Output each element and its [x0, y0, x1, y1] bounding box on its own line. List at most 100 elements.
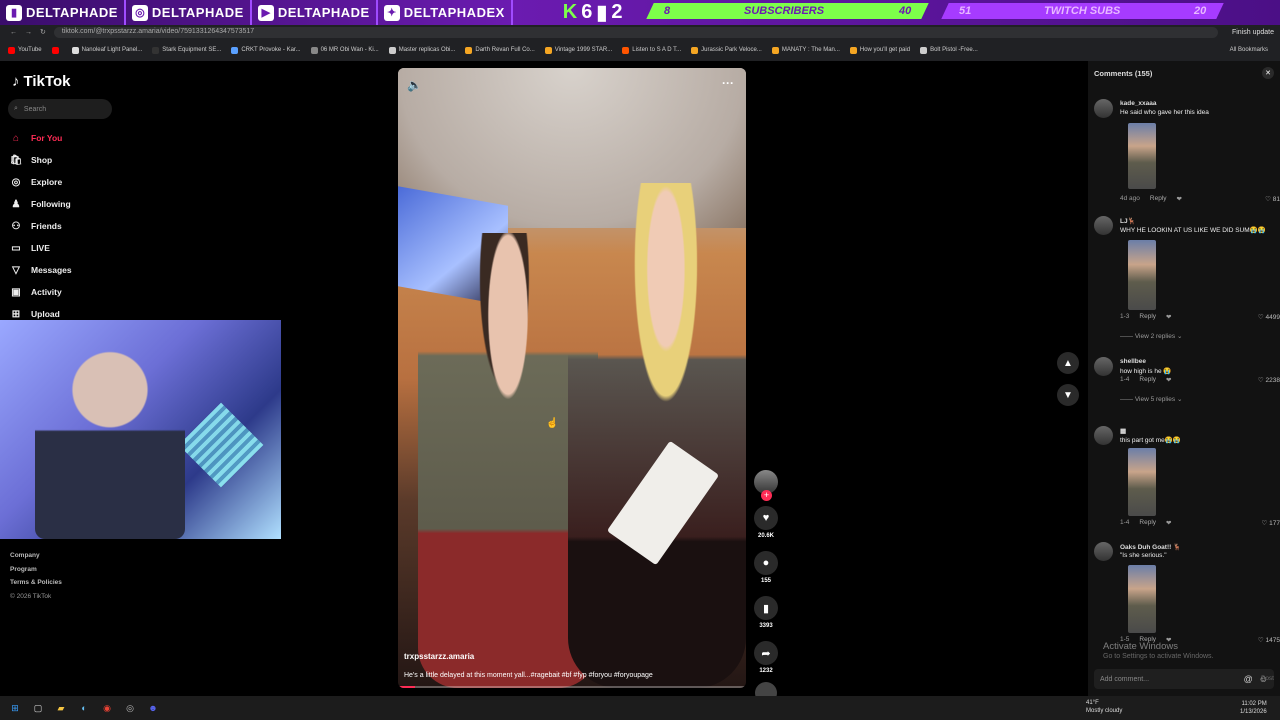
reply-button[interactable]: Reply: [1139, 376, 1156, 384]
forward-icon[interactable]: →: [25, 29, 32, 36]
kick-k-label: K: [562, 1, 578, 23]
bookmark-item[interactable]: YouTube: [8, 46, 42, 54]
video-player[interactable]: 🔈 ··· trxpsstarzz.amaria He's a little d…: [398, 68, 746, 688]
commenter-avatar[interactable]: [1094, 542, 1113, 561]
commenter-avatar[interactable]: [1094, 216, 1113, 235]
bookmark-item[interactable]: Jurassic Park Veloce...: [691, 46, 762, 54]
commenter-avatar[interactable]: [1094, 99, 1113, 118]
task-view-icon[interactable]: ▢: [31, 701, 45, 715]
footer-company[interactable]: Company: [10, 552, 40, 559]
close-icon[interactable]: ✕: [1262, 67, 1274, 79]
comment-like-button[interactable]: ♡ 81: [1265, 195, 1280, 203]
comment-like-button[interactable]: ♡ 4499: [1258, 313, 1280, 321]
bookmark-favicon-icon: [622, 46, 630, 54]
all-bookmarks-button[interactable]: All Bookmarks: [1230, 47, 1280, 53]
bookmark-label: How you'll get paid: [859, 47, 911, 53]
view-replies-button[interactable]: —— View 2 replies ⌄: [1120, 332, 1182, 340]
comment-username[interactable]: shellbee: [1120, 358, 1146, 365]
finish-update-button[interactable]: Finish update: [1226, 29, 1280, 36]
commenter-avatar[interactable]: [1094, 426, 1113, 445]
video-progress[interactable]: [398, 686, 746, 688]
video-author[interactable]: trxpsstarzz.amaria: [404, 652, 474, 661]
sidebar-item-messages[interactable]: ▽ Messages: [10, 259, 72, 281]
sidebar-item-following[interactable]: ♟ Following: [10, 193, 72, 215]
compass-icon: ◎: [11, 176, 21, 188]
twitch-icon: ▮: [6, 4, 22, 21]
creator-avatar[interactable]: +: [754, 470, 778, 501]
bookmark-item[interactable]: Bolt Pistol -Free...: [920, 46, 978, 54]
next-video-icon[interactable]: ▼: [1057, 384, 1079, 406]
bookmark-item[interactable]: Listen to S A D T...: [622, 46, 681, 54]
comment-image[interactable]: [1128, 123, 1156, 189]
reply-button[interactable]: Reply: [1139, 519, 1156, 527]
footer-program[interactable]: Program: [10, 566, 37, 573]
comment-icon[interactable]: ●: [754, 551, 778, 575]
search-input[interactable]: ⌕ Search: [8, 99, 112, 119]
sidebar-item-shop[interactable]: 🛍 Shop: [10, 149, 72, 171]
bookmark-label: Master replicas Obi...: [398, 47, 456, 53]
bookmark-item[interactable]: 06 MR Obi Wan - Ki...: [310, 46, 379, 54]
obs-icon[interactable]: ◎: [123, 701, 137, 715]
comment-like-button[interactable]: ♡ 1475: [1258, 636, 1280, 644]
footer-terms[interactable]: Terms & Policies: [10, 579, 62, 586]
comment-username[interactable]: kade_xxaaa: [1120, 100, 1157, 107]
comment-image[interactable]: [1128, 448, 1156, 516]
commenter-avatar[interactable]: [1094, 357, 1113, 376]
mouse-cursor-icon: ☝: [546, 418, 559, 429]
like-icon[interactable]: ♥: [754, 506, 778, 530]
sidebar-item-label: Messages: [31, 265, 72, 275]
reply-button[interactable]: Reply: [1139, 313, 1156, 321]
bookmark-label: Stark Equipment SE...: [162, 47, 222, 53]
follow-plus-icon[interactable]: +: [761, 490, 772, 501]
comment-username[interactable]: Oaks Duh Goat!! 🦌: [1120, 543, 1181, 551]
sidebar-item-for-you[interactable]: ⌂ For You: [10, 127, 72, 149]
creator-liked-icon: ❤: [1166, 314, 1172, 321]
activate-windows: Activate Windows: [1103, 641, 1178, 652]
comment-username[interactable]: ▦: [1120, 427, 1126, 435]
sidebar-item-explore[interactable]: ◎ Explore: [10, 171, 72, 193]
comment-time: 4d ago: [1120, 195, 1140, 202]
comment-image[interactable]: [1128, 240, 1156, 310]
comment-username[interactable]: LJ🦌: [1120, 217, 1136, 225]
chrome-icon[interactable]: ◉: [100, 701, 114, 715]
address-bar[interactable]: tiktok.com/@trxpsstarzz.amaria/video/759…: [53, 26, 1218, 38]
reply-button[interactable]: Reply: [1150, 195, 1167, 203]
bookmark-item[interactable]: Stark Equipment SE...: [152, 46, 222, 54]
bookmark-item[interactable]: CRKT Provoke - Kar...: [231, 46, 301, 54]
view-replies-button[interactable]: —— View 5 replies ⌄: [1120, 395, 1182, 403]
bookmark-item[interactable]: How you'll get paid: [849, 46, 911, 54]
comment-like-button[interactable]: ♡ 177: [1262, 519, 1280, 527]
previous-video-icon[interactable]: ▲: [1057, 352, 1079, 374]
more-options-icon[interactable]: ···: [722, 76, 734, 90]
bookmark-item[interactable]: Master replicas Obi...: [388, 46, 456, 54]
share-icon[interactable]: ➦: [754, 641, 778, 665]
comment-like-button[interactable]: ♡ 2238: [1258, 376, 1280, 384]
sidebar-item-live[interactable]: ▭ LIVE: [10, 237, 72, 259]
steam-icon[interactable]: ◐: [77, 701, 91, 715]
tiktok-logo[interactable]: ♪ TikTok: [12, 73, 70, 90]
comment-image[interactable]: [1128, 565, 1156, 633]
subscribers-goal: 40: [898, 5, 911, 17]
mention-icon[interactable]: @: [1244, 674, 1253, 684]
system-clock[interactable]: 11:02 PM 1/13/2026: [1240, 700, 1267, 716]
sidebar-item-friends[interactable]: ⚇ Friends: [10, 215, 72, 237]
share-count: 1232: [759, 668, 773, 674]
bookmark-item[interactable]: Vintage 1999 STAR...: [544, 46, 612, 54]
bookmark-item[interactable]: Darth Revan Full Co...: [465, 46, 535, 54]
comment-input[interactable]: Add comment... @ ☺: [1094, 669, 1274, 689]
address-row: ← → ↻ tiktok.com/@trxpsstarzz.amaria/vid…: [0, 25, 1280, 39]
discord-icon[interactable]: ☻: [146, 701, 160, 715]
bookmark-item[interactable]: MANATY : The Man...: [771, 46, 840, 54]
bookmark-icon[interactable]: ▮: [754, 596, 778, 620]
bookmark-item[interactable]: Nanoleaf Light Panel...: [71, 46, 142, 54]
weather-widget[interactable]: 41°F Mostly cloudy: [1086, 699, 1122, 715]
post-button[interactable]: Post: [1261, 675, 1274, 682]
back-icon[interactable]: ←: [10, 29, 17, 36]
windows-start-icon[interactable]: ⊞: [8, 701, 22, 715]
creator-liked-icon: ❤: [1166, 377, 1172, 384]
volume-icon[interactable]: 🔈: [407, 78, 422, 92]
reload-icon[interactable]: ↻: [40, 28, 46, 36]
file-explorer-icon[interactable]: ▰: [54, 701, 68, 715]
sidebar-item-activity[interactable]: ▣ Activity: [10, 281, 72, 303]
bookmark-item[interactable]: [51, 46, 62, 54]
